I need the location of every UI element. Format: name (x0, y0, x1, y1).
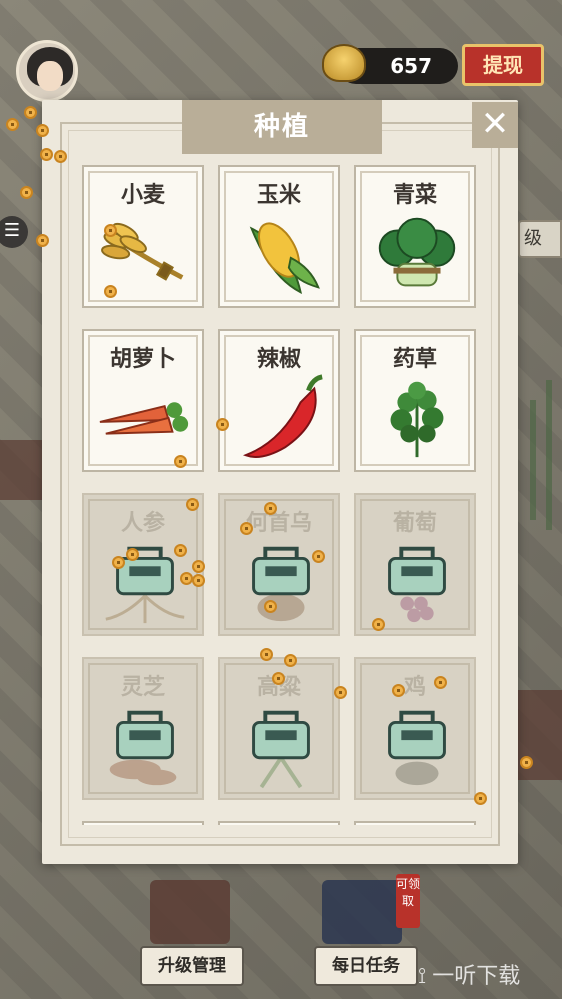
player-avatar[interactable] (16, 40, 78, 102)
crop-card-lingzhi[interactable]: 灵芝 (82, 657, 204, 800)
floating-coin-icon (312, 550, 325, 563)
floating-coin-icon (392, 684, 405, 697)
upgrade-building-icon (150, 880, 230, 944)
floating-coin-icon (284, 654, 297, 667)
chili-icon (242, 374, 323, 458)
claimable-badge: 可领取 (396, 874, 420, 928)
carrot-icon (99, 402, 189, 435)
bamboo (546, 380, 552, 530)
daily-tasks-button[interactable]: 每日任务 (314, 946, 418, 986)
floating-coin-icon (216, 418, 229, 431)
crop-card-heshouwu[interactable]: 何首乌 (218, 493, 340, 636)
floating-coin-icon (54, 150, 67, 163)
crop-card-grape[interactable]: 葡萄 (354, 493, 476, 636)
sorghum-icon (252, 710, 310, 789)
crop-card-wheat[interactable]: 小麦 (82, 165, 204, 308)
gold-ingot-icon (322, 44, 366, 82)
floating-coin-icon (104, 224, 117, 237)
floating-coin-icon (434, 676, 447, 689)
floating-coin-icon (174, 455, 187, 468)
grape-icon (388, 546, 446, 623)
floating-coin-icon (186, 498, 199, 511)
floating-coin-icon (24, 106, 37, 119)
side-level-tab[interactable]: 级 (518, 220, 562, 258)
greens-icon (378, 217, 456, 287)
crop-card-partial (82, 821, 204, 825)
daily-task-book-icon (322, 880, 402, 944)
dialog-title: 种植 (182, 100, 382, 154)
floating-coin-icon (334, 686, 347, 699)
floating-coin-icon (6, 118, 19, 131)
crop-grid: 小麦 玉米 青菜 胡萝卜 辣椒 药草 人参 何首乌 葡萄 灵芝 高粱 鸡 (82, 165, 480, 825)
watermark-logo-icon: ⟟ (418, 964, 427, 989)
lingzhi-icon (109, 710, 177, 786)
floating-coin-icon (20, 186, 33, 199)
chicken-icon (388, 710, 446, 786)
bamboo (530, 400, 536, 520)
floating-coin-icon (104, 285, 117, 298)
floating-coin-icon (240, 522, 253, 535)
withdraw-button[interactable]: 提现 (462, 44, 544, 86)
floating-coin-icon (36, 234, 49, 247)
corn-icon (249, 222, 320, 294)
floating-coin-icon (40, 148, 53, 161)
floating-coin-icon (264, 600, 277, 613)
floating-coin-icon (112, 556, 125, 569)
coin-counter: 657 (322, 44, 458, 84)
upgrade-management-button[interactable]: 升级管理 (140, 946, 244, 986)
planting-dialog: 种植 ✕ 小麦 玉米 青菜 胡萝卜 辣椒 药草 人参 何首乌 葡萄 灵芝 高粱 … (42, 100, 518, 864)
floating-coin-icon (272, 672, 285, 685)
floating-coin-icon (192, 560, 205, 573)
floating-coin-icon (174, 544, 187, 557)
floating-coin-icon (372, 618, 385, 631)
crop-card-ginseng[interactable]: 人参 (82, 493, 204, 636)
crop-card-herb[interactable]: 药草 (354, 329, 476, 472)
close-icon[interactable]: ✕ (472, 102, 518, 148)
crop-card-carrot[interactable]: 胡萝卜 (82, 329, 204, 472)
crop-card-corn[interactable]: 玉米 (218, 165, 340, 308)
floating-coin-icon (36, 124, 49, 137)
watermark: ⟟ 一听下载 (418, 964, 521, 989)
floating-coin-icon (126, 548, 139, 561)
floating-coin-icon (192, 574, 205, 587)
crop-card-greens[interactable]: 青菜 (354, 165, 476, 308)
heshouwu-icon (252, 546, 310, 622)
crop-card-partial (218, 821, 340, 825)
floating-coin-icon (260, 648, 273, 661)
crop-card-chicken[interactable]: 鸡 (354, 657, 476, 800)
floating-coin-icon (474, 792, 487, 805)
herb-icon (390, 381, 444, 458)
floating-coin-icon (520, 756, 533, 769)
crop-card-partial (354, 821, 476, 825)
coin-amount: 657 (390, 54, 432, 78)
floating-coin-icon (180, 572, 193, 585)
crop-card-chili[interactable]: 辣椒 (218, 329, 340, 472)
floating-coin-icon (264, 502, 277, 515)
